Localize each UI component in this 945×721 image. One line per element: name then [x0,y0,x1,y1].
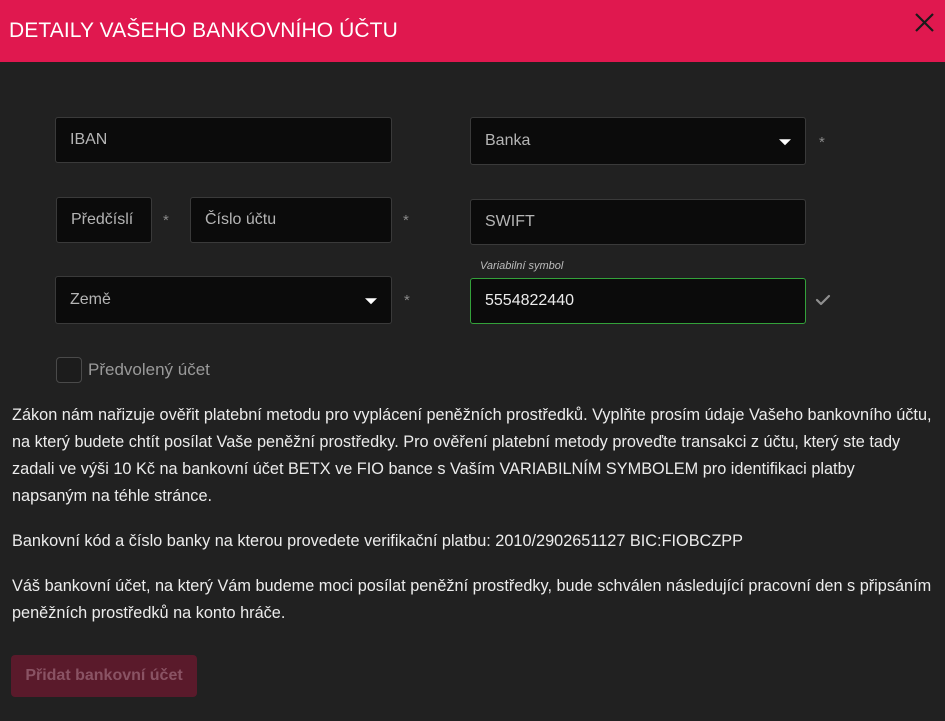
chevron-down-icon [779,139,791,146]
iban-placeholder: IBAN [70,131,108,148]
variable-symbol-label: Variabilní symbol [480,260,564,272]
info-paragraph-verification: Zákon nám nařizuje ověřit platební metod… [12,406,932,505]
account-number-field[interactable]: Číslo účtu [190,197,392,243]
swift-placeholder: SWIFT [485,213,535,230]
dialog-header: DETAILY VAŠEHO BANKOVNÍHO ÚČTU [0,0,945,62]
account-number-placeholder: Číslo účtu [205,211,277,228]
default-account-label: Předvolený účet [88,360,210,379]
add-bank-account-button[interactable]: Přidat bankovní účet [11,655,197,697]
account-number-required-mark: * [403,212,409,229]
prefix-field[interactable]: Předčíslí [56,197,152,243]
variable-symbol-value: 5554822440 [485,292,574,309]
info-paragraph-approval: Váš bankovní účet, na který Vám budeme m… [12,577,932,622]
bank-required-mark: * [819,134,825,151]
country-required-mark: * [404,292,410,309]
country-select[interactable]: Země [55,276,392,324]
close-icon [915,13,934,32]
country-placeholder: Země [70,291,111,308]
prefix-required-mark: * [163,212,169,229]
iban-field[interactable]: IBAN [55,117,392,163]
check-icon [815,294,831,306]
info-paragraph-bank-code: Bankovní kód a číslo banky na kterou pro… [12,532,743,550]
chevron-down-icon [365,298,377,305]
default-account-checkbox[interactable] [56,357,82,383]
bank-select[interactable]: Banka [470,117,806,165]
variable-symbol-field[interactable]: 5554822440 [470,278,806,324]
close-button[interactable] [904,6,942,40]
swift-field[interactable]: SWIFT [470,199,806,245]
dialog-title: DETAILY VAŠEHO BANKOVNÍHO ÚČTU [9,19,398,42]
prefix-placeholder: Předčíslí [71,211,134,228]
bank-placeholder: Banka [485,132,531,149]
